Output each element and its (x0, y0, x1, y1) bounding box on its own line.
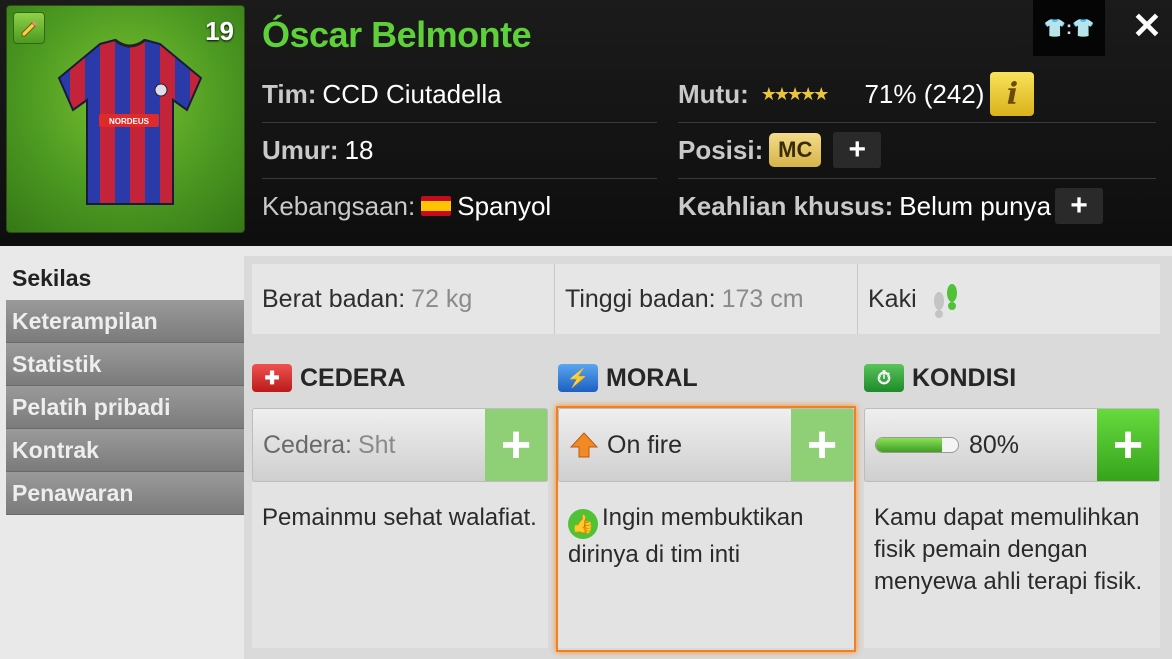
clock-icon: ⏱ (864, 364, 904, 392)
sidebar-item-kontrak[interactable]: Kontrak (6, 429, 244, 472)
add-injury-button[interactable]: + (485, 409, 547, 481)
position-badge[interactable]: MC (769, 133, 822, 167)
team-row: Tim: CCD Ciutadella (262, 66, 502, 122)
injury-field-value: Sht (357, 430, 396, 459)
injury-description: Pemainmu sehat walafiat. (252, 482, 548, 648)
foot-label: Kaki (868, 284, 917, 313)
overview-panel: Berat badan: 72 kg Tinggi badan: 173 cm … (244, 256, 1172, 659)
condition-title: KONDISI (912, 363, 1017, 392)
sidebar-item-statistik[interactable]: Statistik (6, 343, 244, 386)
shirt-number: 19 (205, 16, 234, 46)
foot-cell: Kaki (858, 264, 1160, 334)
position-row: Posisi: MC + (678, 122, 882, 178)
condition-control: 80% + (864, 408, 1160, 482)
position-label: Posisi: (678, 134, 764, 165)
add-condition-button[interactable]: + (1097, 409, 1159, 481)
player-name: Óscar Belmonte (262, 14, 532, 55)
morale-description-text: Ingin membuktikan dirinya di tim inti (568, 504, 804, 568)
team-value[interactable]: CCD Ciutadella (322, 79, 501, 110)
morale-section: ⚡ MORAL On fire + 👍 Ingin membuktikan dir… (558, 356, 854, 648)
medical-cross-icon: ✚ (252, 364, 292, 392)
nationality-value: Spanyol (457, 190, 552, 221)
morale-control: On fire + (558, 408, 854, 482)
condition-title-row: ⏱ KONDISI (864, 356, 1160, 400)
nationality-row: Kebangsaan: Spanyol (262, 178, 551, 234)
weight-value: 72 kg (411, 284, 473, 313)
injury-section: ✚ CEDERA Cedera: Sht + Pemainmu sehat wa… (252, 356, 548, 648)
edit-button[interactable] (13, 12, 45, 44)
morale-value: On fire (607, 430, 683, 459)
age-value: 18 (344, 134, 374, 165)
add-morale-button[interactable]: + (791, 409, 853, 481)
kit-toggle-button[interactable]: 👕:👕 (1033, 0, 1105, 56)
close-button[interactable]: ✕ (1125, 4, 1169, 48)
injury-field-label: Cedera: (263, 430, 352, 459)
age-label: Umur: (262, 134, 339, 165)
thumbs-up-icon: 👍 (568, 509, 598, 539)
quality-stars-icon: ★★★★★ (760, 83, 830, 104)
special-row: Keahlian khusus: Belum punya + (678, 178, 1104, 234)
injury-control: Cedera: Sht + (252, 408, 548, 482)
height-value: 173 cm (721, 284, 804, 313)
special-label: Keahlian khusus: (678, 190, 894, 221)
quality-row: Mutu: ★★★★★ 71% (242) i (678, 66, 1035, 122)
svg-text:NORDEUS: NORDEUS (109, 117, 150, 126)
quality-value: 71% (242) (864, 78, 985, 109)
weight-cell: Berat badan: 72 kg (252, 264, 555, 334)
pencil-icon (21, 21, 37, 37)
physical-stats-bar: Berat badan: 72 kg Tinggi badan: 173 cm … (252, 264, 1160, 334)
player-profile: 19 NORDEUS Óscar Belmonte 👕:👕 ✕ Tim: CCD… (0, 0, 1172, 659)
quality-label: Mutu: (678, 78, 749, 109)
add-position-button[interactable]: + (833, 132, 882, 168)
shirt-swap-icon: 👕:👕 (1043, 17, 1095, 38)
sidebar-item-keterampilan[interactable]: Keterampilan (6, 300, 244, 343)
info-button[interactable]: i (990, 72, 1035, 116)
height-cell: Tinggi badan: 173 cm (555, 264, 858, 334)
player-header: 19 NORDEUS Óscar Belmonte 👕:👕 ✕ Tim: CCD… (0, 0, 1172, 246)
player-photo: 19 NORDEUS (6, 5, 245, 233)
morale-description: 👍 Ingin membuktikan dirinya di tim inti (558, 482, 854, 648)
morale-title-row: ⚡ MORAL (558, 356, 854, 400)
condition-progress-fill (876, 438, 942, 452)
arrow-up-icon (569, 432, 599, 458)
add-special-button[interactable]: + (1055, 188, 1104, 224)
condition-section: ⏱ KONDISI 80% + Kamu dapat memulihkan fi… (864, 356, 1160, 648)
condition-progress-bar (875, 437, 959, 453)
footprints-icon (933, 284, 957, 318)
sidebar: Sekilas Keterampilan Statistik Pelatih p… (6, 256, 244, 515)
jersey-icon: NORDEUS (57, 38, 203, 205)
sidebar-item-pelatih-pribadi[interactable]: Pelatih pribadi (6, 386, 244, 429)
sidebar-item-penawaran[interactable]: Penawaran (6, 472, 244, 515)
weight-label: Berat badan: (262, 284, 406, 313)
special-value: Belum punya (899, 190, 1052, 221)
condition-value: 80% (969, 430, 1020, 459)
nationality-label: Kebangsaan: (262, 190, 416, 221)
morale-title: MORAL (606, 363, 698, 392)
team-label: Tim: (262, 78, 317, 109)
age-row: Umur: 18 (262, 122, 373, 178)
height-label: Tinggi badan: (565, 284, 716, 313)
sidebar-item-sekilas[interactable]: Sekilas (6, 256, 244, 300)
lightning-icon: ⚡ (558, 364, 598, 392)
spain-flag-icon (421, 196, 452, 216)
injury-title-row: ✚ CEDERA (252, 356, 548, 400)
condition-description: Kamu dapat memulihkan fisik pemain denga… (864, 482, 1160, 648)
injury-title: CEDERA (300, 363, 406, 392)
